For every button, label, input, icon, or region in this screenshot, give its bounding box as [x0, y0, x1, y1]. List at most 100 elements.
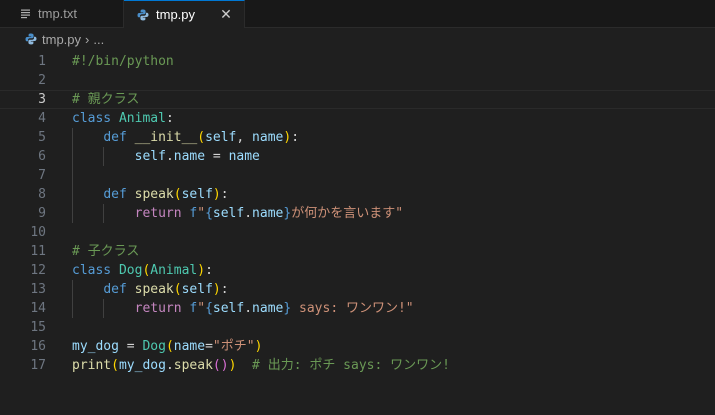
- line-source: [46, 318, 72, 337]
- line-number: 13: [30, 282, 46, 297]
- line-number: 6: [38, 149, 46, 164]
- line-number: 7: [38, 168, 46, 183]
- tab-label: tmp.txt: [38, 6, 78, 21]
- code-token: (: [212, 358, 221, 373]
- code-line[interactable]: 9 return f"{self.name}が何かを言います": [0, 204, 715, 223]
- line-number: 4: [38, 111, 46, 126]
- line-number: 1: [38, 54, 46, 69]
- code-token: speak: [134, 282, 174, 297]
- code-line[interactable]: 15: [0, 318, 715, 337]
- code-line[interactable]: 14 return f"{self.name} says: ワンワン!": [0, 299, 715, 318]
- line-source: class Dog(Animal):: [46, 261, 213, 280]
- line-source: # 親クラス: [46, 90, 139, 109]
- line-number: 9: [38, 206, 46, 221]
- code-line[interactable]: 11 # 子クラス: [0, 242, 715, 261]
- code-token: speak: [134, 187, 174, 202]
- line-number: 5: [38, 130, 46, 145]
- code-line[interactable]: 17 print(my_dog.speak()) # 出力: ポチ says: ワ…: [0, 356, 715, 375]
- code-editor[interactable]: tmp.txt tmp.py ✕ tmp.py › ... 1 #!/bin/py…: [0, 0, 715, 415]
- code-token: ): [254, 339, 263, 354]
- code-token: my_dog: [118, 358, 166, 373]
- code-line[interactable]: 1 #!/bin/python: [0, 52, 715, 71]
- breadcrumb-more[interactable]: ...: [93, 32, 104, 47]
- code-token: {: [205, 301, 213, 316]
- tab-tmp-py[interactable]: tmp.py ✕: [124, 0, 245, 28]
- line-source: def speak(self):: [46, 185, 229, 204]
- code-line[interactable]: 6 self.name = name: [0, 147, 715, 166]
- code-token: :: [220, 187, 229, 202]
- code-token: Dog: [118, 263, 143, 278]
- code-line[interactable]: 13 def speak(self):: [0, 280, 715, 299]
- code-token: speak: [173, 358, 213, 373]
- code-area[interactable]: 1 #!/bin/python 2 3 # 親クラス 4 class Animal: 5 de…: [0, 52, 715, 375]
- tab-tmp-txt[interactable]: tmp.txt: [0, 0, 124, 27]
- code-token: self: [212, 206, 245, 221]
- code-token: =: [118, 339, 143, 354]
- code-token: __init__: [134, 130, 198, 145]
- breadcrumb: tmp.py › ...: [0, 28, 715, 50]
- line-number: 17: [30, 358, 46, 373]
- code-token: print: [72, 358, 112, 373]
- code-line[interactable]: 2: [0, 71, 715, 90]
- code-token: .: [244, 301, 253, 316]
- line-source: class Animal:: [46, 109, 174, 128]
- code-token: (: [165, 339, 174, 354]
- code-token: :: [220, 282, 229, 297]
- code-line[interactable]: 10: [0, 223, 715, 242]
- code-line[interactable]: 16 my_dog = Dog(name="ポチ"): [0, 337, 715, 356]
- code-line[interactable]: 12 class Dog(Animal):: [0, 261, 715, 280]
- line-number: 10: [30, 225, 46, 240]
- code-token: "ポチ": [212, 339, 255, 354]
- code-line[interactable]: 7: [0, 166, 715, 185]
- code-token: # 子クラス: [72, 244, 140, 259]
- tab-label: tmp.py: [156, 7, 196, 22]
- code-token: # 出力: ポチ says: ワンワン!: [252, 358, 450, 373]
- code-token: Animal: [118, 111, 166, 126]
- line-source: #!/bin/python: [46, 52, 174, 71]
- code-token: =: [205, 339, 213, 354]
- chevron-right-icon: ›: [85, 31, 90, 47]
- code-line[interactable]: 8 def speak(self):: [0, 185, 715, 204]
- code-token: # 親クラス: [72, 92, 140, 107]
- code-token: return: [134, 301, 182, 316]
- code-token: :: [165, 111, 174, 126]
- code-token: .: [244, 206, 253, 221]
- code-line[interactable]: 4 class Animal:: [0, 109, 715, 128]
- line-source: def __init__(self, name):: [46, 128, 299, 147]
- code-line[interactable]: 5 def __init__(self, name):: [0, 128, 715, 147]
- indent-guide: [72, 166, 73, 185]
- code-token: }: [283, 206, 292, 221]
- code-token: name: [252, 206, 284, 221]
- line-number: 14: [30, 301, 46, 316]
- code-token: self: [181, 187, 213, 202]
- line-source: self.name = name: [46, 147, 260, 166]
- code-token: }: [283, 301, 292, 316]
- code-token: return: [134, 206, 182, 221]
- line-number: 2: [38, 73, 46, 88]
- code-token: =: [205, 149, 229, 164]
- code-token: my_dog: [72, 339, 119, 354]
- code-token: (: [173, 282, 182, 297]
- breadcrumb-file[interactable]: tmp.py: [42, 32, 81, 47]
- line-source: print(my_dog.speak()) # 出力: ポチ says: ワンワ…: [46, 356, 450, 375]
- code-token: self: [205, 130, 237, 145]
- code-token: name: [228, 149, 260, 164]
- close-icon[interactable]: ✕: [218, 6, 234, 23]
- line-number: 16: [30, 339, 46, 354]
- code-token: class: [72, 111, 112, 126]
- code-token: ): [283, 130, 292, 145]
- code-token: name: [173, 339, 206, 354]
- code-token: (: [111, 358, 119, 373]
- code-token: ): [197, 263, 206, 278]
- code-line[interactable]: 3 # 親クラス: [0, 90, 715, 109]
- line-source: [46, 166, 72, 185]
- code-token: {: [205, 206, 213, 221]
- code-token: name: [252, 301, 284, 316]
- code-token: :: [205, 263, 213, 278]
- code-token: .: [165, 358, 174, 373]
